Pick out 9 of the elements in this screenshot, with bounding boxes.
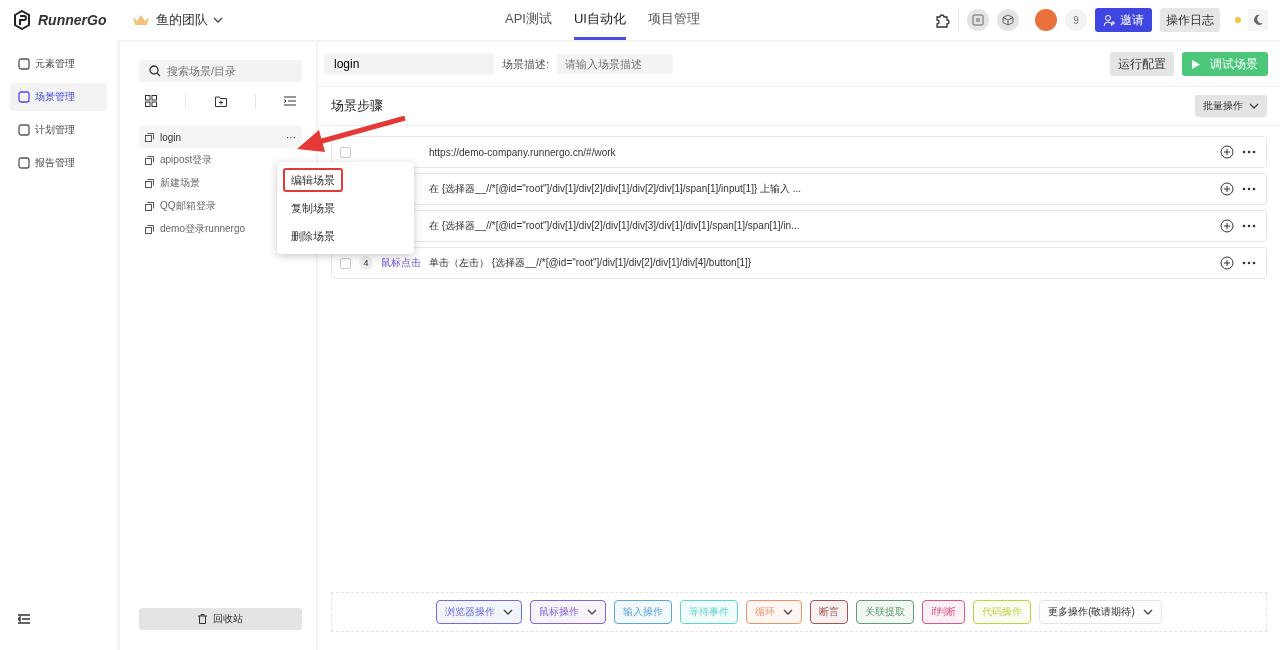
step-text: https://demo-company.runnergo.cn/#/work xyxy=(429,146,617,158)
description-label: 场景描述: xyxy=(502,56,550,72)
step-text: 在 {选择器__//*[@id="root"]/div[1]/div[2]/div[1]/div[3]/div[1]/div[1]/span[1]/span[1]/in... xyxy=(429,219,801,233)
section-title: 场景步骤 xyxy=(331,97,383,115)
step-number: 4 xyxy=(359,256,373,270)
app-name: RunnerGo xyxy=(38,12,107,28)
step-text: 在 {选择器__//*[@id="root"]/div[1]/div[2]/div[1]/div[2]/div[1]/span[1]/input[1]} 上输入 ... xyxy=(429,182,803,196)
step-type: 鼠标点击 xyxy=(381,256,421,270)
step-text: 单击（左击） {选择器__//*[@id="root"]/div[1]/div[2]/div[1]/div[4]/button[1]} xyxy=(429,256,753,270)
